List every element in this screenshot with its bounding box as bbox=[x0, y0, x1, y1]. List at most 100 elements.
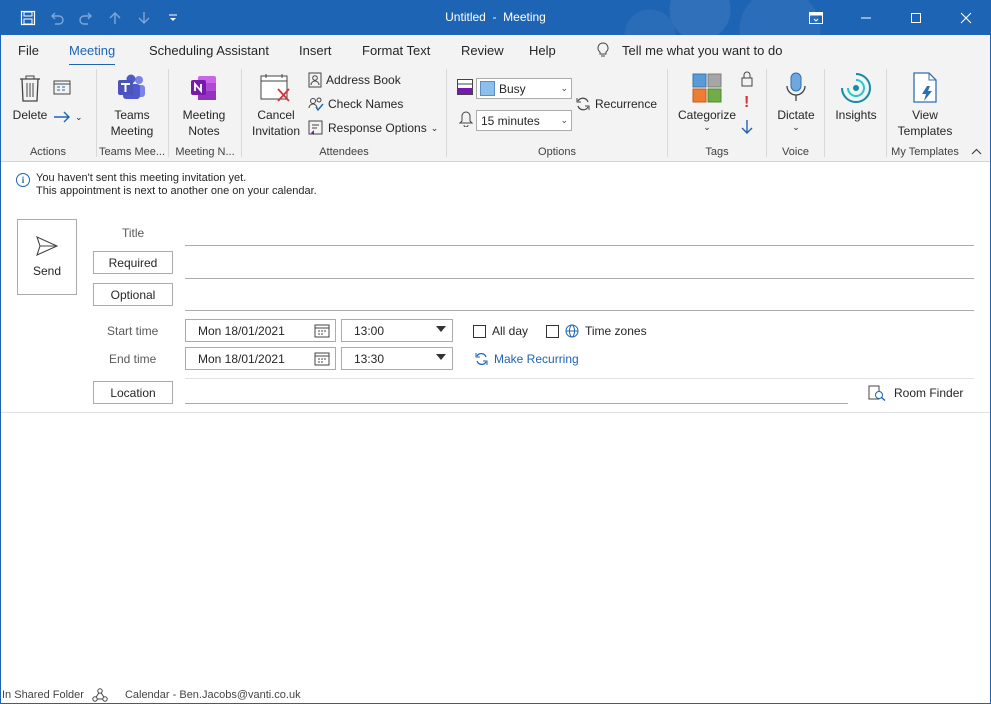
group-label-voice: Voice bbox=[782, 146, 809, 158]
send-icon bbox=[36, 236, 58, 256]
tab-scheduling-assistant[interactable]: Scheduling Assistant bbox=[149, 43, 269, 58]
group-label-my-templates: My Templates bbox=[891, 146, 959, 158]
calendar-action-icon[interactable] bbox=[53, 79, 71, 95]
lock-icon bbox=[741, 71, 753, 87]
tell-me-search[interactable]: Tell me what you want to do bbox=[596, 42, 782, 58]
insights-button[interactable]: Insights bbox=[830, 71, 882, 123]
chevron-down-icon bbox=[436, 326, 446, 332]
forward-button[interactable]: ⌄ bbox=[53, 111, 83, 123]
delete-button[interactable]: Delete bbox=[10, 71, 50, 123]
chevron-down-icon: ⌄ bbox=[703, 122, 711, 132]
window-controls bbox=[791, 0, 991, 35]
info-bar: i You haven't sent this meeting invitati… bbox=[16, 172, 317, 198]
down-arrow-icon bbox=[741, 120, 753, 134]
restore-ribbon-icon[interactable] bbox=[791, 0, 841, 35]
optional-button[interactable]: Optional bbox=[93, 283, 173, 306]
tell-me-text: Tell me what you want to do bbox=[622, 42, 783, 58]
busy-swatch bbox=[480, 81, 495, 96]
recurrence-icon bbox=[576, 97, 590, 111]
group-label-attendees: Attendees bbox=[319, 146, 369, 158]
response-options-button[interactable]: Response Options ⌄ bbox=[308, 120, 438, 136]
status-bar: In Shared Folder Calendar - Ben.Jacobs@v… bbox=[0, 686, 991, 704]
address-book-button[interactable]: Address Book bbox=[308, 72, 401, 88]
end-date-picker[interactable]: Mon 18/01/2021 bbox=[185, 347, 336, 370]
check-names-button[interactable]: Check Names bbox=[308, 96, 403, 112]
collapse-ribbon-button[interactable] bbox=[971, 148, 982, 155]
meeting-notes-button[interactable]: Meeting Notes bbox=[173, 71, 235, 139]
teams-meeting-button[interactable]: Teams Meeting bbox=[100, 71, 164, 139]
calendar-icon bbox=[314, 352, 330, 366]
reminder-bell-icon bbox=[459, 111, 473, 127]
location-button[interactable]: Location bbox=[93, 381, 173, 404]
message-body[interactable] bbox=[1, 413, 990, 685]
tab-help[interactable]: Help bbox=[529, 43, 556, 58]
tab-insert[interactable]: Insert bbox=[299, 43, 332, 58]
group-separator bbox=[886, 69, 887, 157]
trash-icon bbox=[13, 71, 47, 105]
low-importance-button[interactable] bbox=[740, 119, 754, 135]
tab-review[interactable]: Review bbox=[461, 43, 504, 58]
all-day-checkbox[interactable]: All day bbox=[473, 324, 528, 338]
chevron-down-icon: ⌄ bbox=[792, 122, 800, 132]
close-button[interactable] bbox=[941, 0, 991, 35]
minimize-button[interactable] bbox=[841, 0, 891, 35]
templates-icon bbox=[908, 71, 942, 105]
status-calendar: Calendar - Ben.Jacobs@vanti.co.uk bbox=[124, 689, 301, 701]
show-as-select[interactable]: Busy ⌄ bbox=[476, 78, 572, 99]
group-label-teams: Teams Mee... bbox=[98, 146, 166, 158]
group-separator bbox=[446, 69, 447, 157]
tab-format-text[interactable]: Format Text bbox=[362, 43, 430, 58]
group-label-options: Options bbox=[538, 146, 576, 158]
info-line-conflict: This appointment is next to another one … bbox=[36, 185, 317, 197]
group-label-actions: Actions bbox=[29, 146, 67, 158]
location-input[interactable] bbox=[185, 403, 848, 404]
required-button[interactable]: Required bbox=[93, 251, 173, 274]
group-separator bbox=[824, 69, 825, 157]
private-lock-button[interactable] bbox=[740, 71, 754, 87]
send-button[interactable]: Send bbox=[17, 219, 77, 295]
tab-file[interactable]: File bbox=[18, 43, 39, 58]
make-recurring-link[interactable]: Make Recurring bbox=[474, 352, 579, 366]
chevron-down-icon: ⌄ bbox=[560, 115, 568, 125]
microphone-icon bbox=[779, 71, 813, 105]
start-time-label: Start time bbox=[107, 324, 159, 338]
time-zones-checkbox[interactable]: Time zones bbox=[546, 324, 647, 338]
title-label: Title bbox=[122, 226, 145, 240]
title-bar: Untitled - Meeting bbox=[0, 0, 991, 35]
categorize-button[interactable]: Categorize ⌄ bbox=[676, 71, 738, 132]
view-templates-button[interactable]: View Templates bbox=[893, 71, 957, 139]
room-finder-icon bbox=[868, 385, 886, 401]
chevron-down-icon: ⌄ bbox=[560, 83, 568, 93]
info-icon: i bbox=[16, 173, 30, 187]
chevron-down-icon: ⌄ bbox=[75, 111, 83, 122]
room-finder-button[interactable]: Room Finder bbox=[868, 385, 963, 401]
categorize-icon bbox=[690, 71, 724, 105]
recurrence-button[interactable]: Recurrence bbox=[575, 96, 657, 112]
reminder-select[interactable]: 15 minutes ⌄ bbox=[476, 110, 572, 131]
end-time-select[interactable]: 13:30 bbox=[341, 347, 453, 370]
response-options-icon bbox=[308, 120, 323, 135]
chevron-down-icon bbox=[436, 354, 446, 360]
chevron-down-icon: ⌄ bbox=[430, 122, 439, 133]
dictate-button[interactable]: Dictate ⌄ bbox=[772, 71, 820, 132]
ribbon-tabs: File Meeting Scheduling Assistant Insert… bbox=[0, 35, 991, 67]
ribbon: Delete ⌄ Actions Teams Meeting Teams Mee… bbox=[0, 65, 991, 162]
show-as-icon bbox=[457, 79, 473, 95]
high-importance-icon[interactable]: ! bbox=[744, 94, 749, 112]
group-separator bbox=[96, 69, 97, 157]
start-time-select[interactable]: 13:00 bbox=[341, 319, 453, 342]
cancel-invitation-button[interactable]: Cancel Invitation bbox=[247, 71, 305, 139]
calendar-icon bbox=[314, 324, 330, 338]
title-input[interactable] bbox=[185, 245, 974, 246]
onenote-icon bbox=[187, 71, 221, 105]
chevron-up-icon bbox=[971, 148, 982, 155]
status-folder: In Shared Folder bbox=[2, 689, 84, 701]
address-book-icon bbox=[308, 72, 322, 88]
tab-meeting[interactable]: Meeting bbox=[69, 43, 116, 67]
required-input[interactable] bbox=[185, 278, 974, 279]
maximize-button[interactable] bbox=[891, 0, 941, 35]
optional-input[interactable] bbox=[185, 310, 974, 311]
recurrence-icon bbox=[475, 353, 488, 365]
start-date-picker[interactable]: Mon 18/01/2021 bbox=[185, 319, 336, 342]
group-label-meeting-notes: Meeting N... bbox=[175, 146, 235, 158]
